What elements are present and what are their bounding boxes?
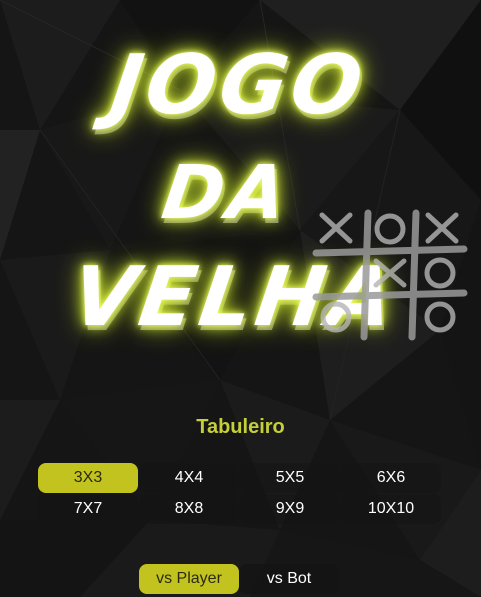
board-size-4x4-button[interactable]: 4X4 xyxy=(139,463,239,493)
board-size-9x9-button[interactable]: 9X9 xyxy=(240,494,340,524)
board-size-selector: 3X3 4X4 5X5 6X6 7X7 8X8 9X9 10X10 xyxy=(38,463,441,524)
vs-bot-button[interactable]: vs Bot xyxy=(239,564,339,594)
vs-player-button[interactable]: vs Player xyxy=(139,564,239,594)
board-size-3x3-button[interactable]: 3X3 xyxy=(38,463,138,493)
title-line-jogo: JOGO xyxy=(105,38,372,133)
board-size-5x5-button[interactable]: 5X5 xyxy=(240,463,340,493)
board-size-label: Tabuleiro xyxy=(196,416,285,438)
board-size-8x8-button[interactable]: 8X8 xyxy=(139,494,239,524)
game-mode-selector: vs Player vs Bot xyxy=(139,564,339,596)
board-size-10x10-button[interactable]: 10X10 xyxy=(341,494,441,524)
tic-tac-toe-grid-icon xyxy=(312,209,468,341)
board-size-7x7-button[interactable]: 7X7 xyxy=(38,494,138,524)
board-size-6x6-button[interactable]: 6X6 xyxy=(341,463,441,493)
